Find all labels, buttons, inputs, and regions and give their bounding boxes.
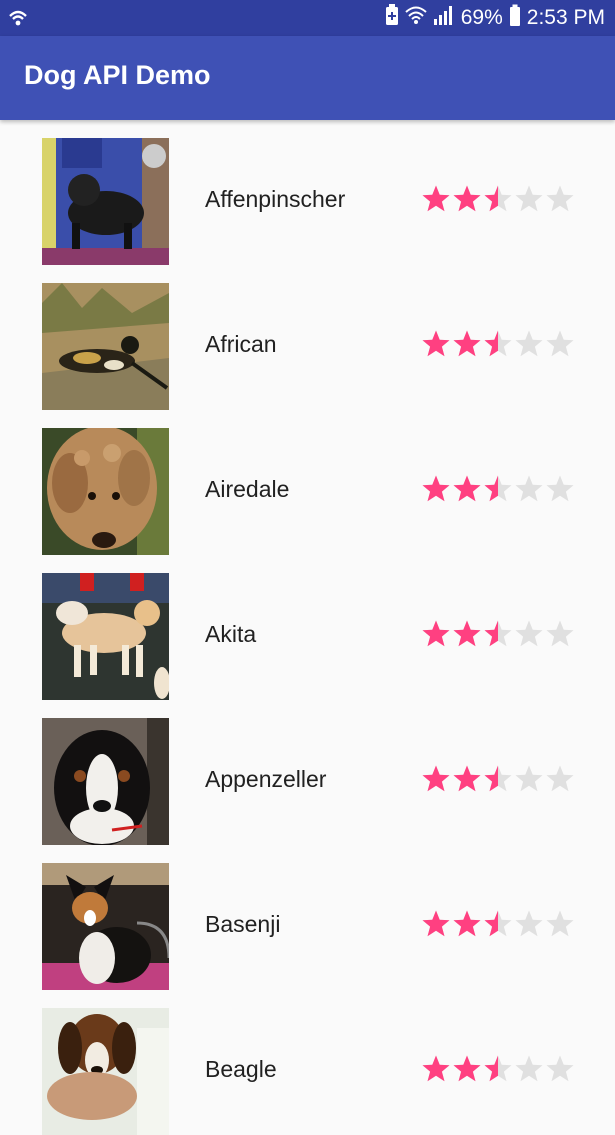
rating-stars[interactable]: [421, 328, 576, 360]
star-icon[interactable]: [453, 330, 481, 357]
rating-bar[interactable]: [421, 1053, 576, 1085]
star-icon[interactable]: [546, 765, 574, 792]
star-icon[interactable]: [484, 185, 512, 212]
breed-name: Affenpinscher: [205, 186, 346, 212]
breed-name: African: [205, 331, 277, 357]
star-icon[interactable]: [484, 765, 512, 792]
list-item[interactable]: Basenji: [0, 845, 615, 990]
star-icon[interactable]: [515, 185, 543, 212]
breed-photo: [42, 428, 169, 555]
app-title: Dog API Demo: [24, 60, 211, 90]
rating-stars[interactable]: [421, 763, 576, 795]
star-icon[interactable]: [515, 765, 543, 792]
star-icon[interactable]: [484, 330, 512, 357]
battery-saver-icon: [385, 4, 399, 32]
breed-photo: [42, 138, 169, 265]
star-icon[interactable]: [515, 1055, 543, 1082]
breed-list[interactable]: Affenpinscher African Airedale Akita App…: [0, 120, 615, 1135]
star-icon[interactable]: [453, 1055, 481, 1082]
star-icon[interactable]: [546, 620, 574, 647]
rating-bar[interactable]: [421, 328, 576, 360]
breed-photo: [42, 718, 169, 845]
rating-stars[interactable]: [421, 473, 576, 505]
star-icon[interactable]: [484, 475, 512, 502]
rating-stars[interactable]: [421, 618, 576, 650]
battery-icon: [509, 4, 521, 32]
breed-photo: [42, 1008, 169, 1135]
star-icon[interactable]: [484, 620, 512, 647]
status-bar: 69% 2:53 PM: [0, 0, 615, 36]
wifi-icon: [405, 5, 427, 31]
rating-stars[interactable]: [421, 1053, 576, 1085]
rating-bar[interactable]: [421, 618, 576, 650]
breed-name: Appenzeller: [205, 766, 327, 792]
star-icon[interactable]: [453, 765, 481, 792]
star-icon[interactable]: [422, 765, 450, 792]
star-icon[interactable]: [422, 475, 450, 502]
breed-name: Akita: [205, 621, 257, 647]
star-icon[interactable]: [515, 620, 543, 647]
breed-name: Basenji: [205, 911, 281, 937]
star-icon[interactable]: [546, 1055, 574, 1082]
star-icon[interactable]: [422, 185, 450, 212]
rating-stars[interactable]: [421, 908, 576, 940]
breed-name: Airedale: [205, 476, 290, 502]
rating-bar[interactable]: [421, 473, 576, 505]
list-item[interactable]: African: [0, 265, 615, 410]
star-icon[interactable]: [422, 330, 450, 357]
star-icon[interactable]: [546, 910, 574, 937]
breed-name: Beagle: [205, 1056, 277, 1082]
star-icon[interactable]: [546, 185, 574, 212]
star-icon[interactable]: [453, 475, 481, 502]
rating-bar[interactable]: [421, 763, 576, 795]
rating-bar[interactable]: [421, 183, 576, 215]
rating-bar[interactable]: [421, 908, 576, 940]
star-icon[interactable]: [453, 910, 481, 937]
star-icon[interactable]: [484, 1055, 512, 1082]
star-icon[interactable]: [453, 185, 481, 212]
signal-icon: [433, 5, 455, 31]
star-icon[interactable]: [546, 475, 574, 502]
breed-photo: [42, 573, 169, 700]
wifi-calling-icon: [8, 8, 28, 33]
star-icon[interactable]: [515, 475, 543, 502]
list-item[interactable]: Affenpinscher: [0, 120, 615, 265]
star-icon[interactable]: [453, 620, 481, 647]
star-icon[interactable]: [422, 620, 450, 647]
star-icon[interactable]: [515, 330, 543, 357]
star-icon[interactable]: [546, 330, 574, 357]
battery-percent: 69%: [460, 6, 503, 29]
list-item[interactable]: Appenzeller: [0, 700, 615, 845]
star-icon[interactable]: [484, 910, 512, 937]
rating-stars[interactable]: [421, 183, 576, 215]
clock: 2:53 PM: [526, 6, 605, 29]
list-item[interactable]: Akita: [0, 555, 615, 700]
star-icon[interactable]: [422, 910, 450, 937]
list-item[interactable]: Beagle: [0, 990, 615, 1135]
star-icon[interactable]: [422, 1055, 450, 1082]
app-bar: Dog API Demo: [0, 36, 615, 120]
breed-photo: [42, 863, 169, 990]
list-item[interactable]: Airedale: [0, 410, 615, 555]
breed-photo: [42, 283, 169, 410]
star-icon[interactable]: [515, 910, 543, 937]
